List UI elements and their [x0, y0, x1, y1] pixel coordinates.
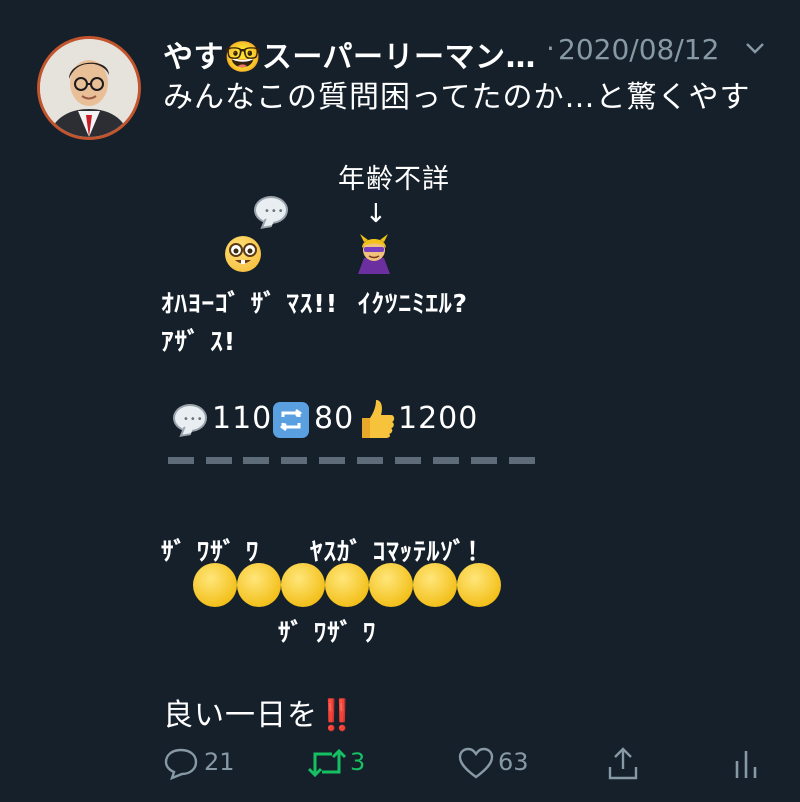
stat-comment-count: 110: [212, 401, 273, 436]
yellow-circle-icon: [369, 563, 413, 607]
retweet-icon[interactable]: [306, 745, 348, 781]
supervillain-icon: [356, 232, 392, 274]
header-separator: ·: [546, 32, 555, 65]
crowd-text-right: ﾔｽｶﾞ ｺﾏｯﾃﾙｿﾞ！: [310, 537, 493, 566]
speech-right: ｲｸﾂﾆﾐｴﾙ?: [358, 289, 469, 318]
tweet-header: やす🤓スーパーリーマン… · 2020/08/12: [163, 24, 783, 76]
yellow-circle-icon: [237, 563, 281, 607]
yellow-circle-icon: [413, 563, 457, 607]
repeat-button-icon: [273, 402, 309, 438]
avatar-portrait: [40, 39, 138, 137]
like-count: 63: [498, 748, 529, 776]
divider-dash: [168, 457, 194, 464]
divider-dash: [281, 457, 307, 464]
reply-count: 21: [204, 748, 235, 776]
divider-dash: [395, 457, 421, 464]
divider-dash: [206, 457, 232, 464]
avatar[interactable]: [37, 36, 141, 140]
tweet-text-line1: みんなこの質問困ってたのか…と驚くやす: [163, 80, 751, 115]
arrow-down-icon: ↓: [365, 199, 387, 229]
yellow-circle-icon: [325, 563, 369, 607]
stat-like-count: 1200: [398, 401, 479, 436]
closing-text: 良い一日を‼️: [163, 690, 356, 734]
nerd-face-icon: [225, 236, 261, 272]
speech-bubble-icon: •••: [173, 404, 207, 432]
divider-dash: [243, 457, 269, 464]
yellow-circle-icon: [457, 563, 501, 607]
divider-dash: [319, 457, 345, 464]
chevron-down-icon[interactable]: [743, 36, 767, 60]
double-exclamation-icon: ‼️: [318, 698, 357, 733]
tweet-date[interactable]: 2020/08/12: [558, 33, 719, 66]
divider-dash: [357, 457, 383, 464]
speech-left-line2: ｱｻﾞ ｽ!: [161, 327, 237, 356]
heart-icon[interactable]: [457, 745, 495, 781]
speech-left-line1: ｵﾊﾖｰｺﾞ ｻﾞ ﾏｽ!!: [161, 289, 339, 318]
retweet-count: 3: [350, 748, 366, 776]
crowd-text-bottom: ｻﾞ ﾜｻﾞ ﾜ: [278, 618, 377, 647]
yellow-circle-icon: [193, 563, 237, 607]
author-name[interactable]: やす🤓スーパーリーマン…: [163, 32, 536, 76]
divider-dash: [471, 457, 497, 464]
yellow-circle-icon: [281, 563, 325, 607]
speech-bubble-icon: •••: [254, 196, 288, 224]
thumbs-up-icon: [356, 398, 396, 440]
analytics-icon[interactable]: [733, 745, 759, 781]
reply-icon[interactable]: [163, 745, 199, 781]
closing-label: 良い一日を: [163, 698, 318, 733]
stat-retweet-count: 80: [314, 401, 355, 436]
divider-dash: [433, 457, 459, 464]
age-label: 年齢不詳: [338, 164, 450, 195]
divider-dash: [509, 457, 535, 464]
share-icon[interactable]: [605, 745, 641, 781]
